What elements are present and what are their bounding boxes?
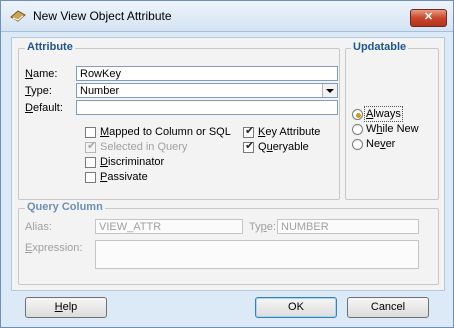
selected-in-query-checkbox: ✔ — [85, 140, 97, 153]
queryable-checkbox[interactable]: ✔ — [243, 140, 255, 153]
always-radio[interactable] — [352, 109, 363, 120]
attribute-legend: Attribute — [25, 41, 75, 53]
query-type-field: NUMBER — [277, 219, 419, 234]
alias-field: VIEW_ATTR — [95, 219, 243, 234]
cancel-button[interactable]: Cancel — [347, 297, 429, 318]
mapped-checkbox[interactable] — [85, 127, 96, 138]
check-icon: ✔ — [245, 140, 255, 152]
ok-button[interactable]: OK — [255, 297, 337, 318]
default-field[interactable] — [76, 100, 338, 115]
check-icon: ✔ — [87, 140, 97, 152]
chevron-down-icon[interactable] — [322, 84, 337, 97]
type-select-value: Number — [80, 85, 120, 97]
dialog-content: Attribute Name: RowKey Type: Number Defa… — [11, 37, 445, 291]
passivate-checkbox[interactable] — [85, 172, 96, 183]
always-label[interactable]: Always — [364, 106, 403, 122]
query-type-label: Type: — [249, 221, 276, 233]
passivate-label[interactable]: Passivate — [100, 171, 148, 183]
key-attribute-label[interactable]: Key Attribute — [258, 126, 320, 138]
window-title: New View Object Attribute — [33, 9, 172, 23]
default-label: Default: — [25, 102, 63, 114]
while-new-label[interactable]: While New — [366, 123, 419, 135]
alias-label: Alias: — [25, 221, 52, 233]
discriminator-checkbox[interactable] — [85, 157, 96, 168]
close-button[interactable]: ✕ — [410, 9, 447, 27]
dialog-window: New View Object Attribute ✕ Attribute Na… — [0, 0, 454, 328]
name-field[interactable]: RowKey — [76, 66, 338, 81]
app-icon — [10, 9, 26, 23]
mapped-label[interactable]: Mapped to Column or SQL — [100, 126, 231, 138]
attribute-group: Attribute Name: RowKey Type: Number Defa… — [18, 41, 340, 200]
updatable-group: Updatable Always While New Never — [345, 41, 439, 200]
selected-in-query-label: Selected in Query — [100, 141, 188, 153]
never-radio[interactable] — [352, 139, 363, 150]
updatable-legend: Updatable — [351, 41, 409, 53]
query-column-group: Query Column Alias: VIEW_ATTR Type: NUMB… — [18, 201, 439, 285]
type-select[interactable]: Number — [76, 83, 338, 98]
close-icon: ✕ — [423, 11, 434, 23]
key-attribute-checkbox[interactable]: ✔ — [243, 125, 255, 138]
queryable-label[interactable]: Queryable — [258, 141, 309, 153]
discriminator-label[interactable]: Discriminator — [100, 156, 164, 168]
query-column-legend: Query Column — [25, 201, 105, 213]
name-label: Name: — [25, 68, 58, 80]
while-new-radio[interactable] — [352, 124, 363, 135]
title-bar[interactable]: New View Object Attribute ✕ — [1, 1, 453, 32]
help-button[interactable]: Help — [25, 297, 107, 318]
expression-label: Expression: — [25, 242, 83, 254]
check-icon: ✔ — [245, 125, 255, 137]
expression-field — [95, 240, 419, 269]
type-label: Type: — [25, 85, 52, 97]
never-label[interactable]: Never — [366, 138, 395, 150]
